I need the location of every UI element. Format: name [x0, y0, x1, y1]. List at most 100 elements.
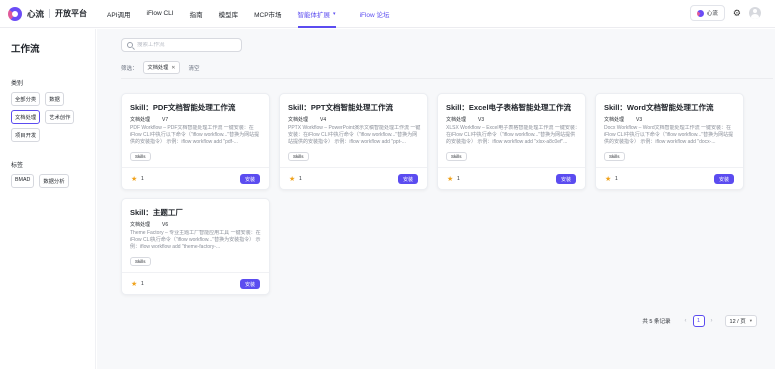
card-meta: 文档处理 V7: [130, 116, 168, 123]
logo-small-icon: [696, 9, 704, 17]
install-button[interactable]: 安装: [239, 174, 260, 184]
filter-chip-label: 文档处理: [147, 65, 169, 71]
tag-bmad[interactable]: BMAD: [11, 174, 35, 188]
filter-label: 筛选：: [121, 65, 138, 72]
top-nav: 心流 开放平台 API调用 iFlow CLI 指南 模型库 MCP市场 智能体…: [0, 0, 775, 28]
card-category: 文档处理: [288, 117, 309, 123]
nav-item-mcp[interactable]: MCP市场: [254, 0, 281, 28]
card-version: V3: [478, 117, 485, 123]
star-icon[interactable]: ★: [131, 175, 137, 183]
nav-item-iflow-cli[interactable]: iFlow CLI: [147, 0, 174, 28]
chevron-down-icon: ▾: [749, 318, 752, 323]
card-meta: 文档处理 V3: [604, 116, 642, 123]
workflow-card[interactable]: Skill：Excel电子表格智能处理工作流 文档处理 V3 XLSX Workf…: [437, 93, 586, 190]
filter-chip: 文档处理 ✕: [142, 61, 181, 74]
chevron-down-icon: ▾: [333, 10, 336, 17]
card-category: 文档处理: [446, 117, 467, 123]
card-title: Skill：Word文档智能处理工作流: [604, 103, 714, 112]
star-icon[interactable]: ★: [131, 280, 137, 288]
nav-item-forum[interactable]: iFlow 论坛: [360, 0, 390, 28]
card-title: Skill：Excel电子表格智能处理工作流: [446, 103, 572, 112]
card-title: Skill：PDF文档智能处理工作流: [130, 103, 236, 112]
category-document[interactable]: 文档处理: [11, 110, 41, 124]
nav-item-agent-extension-label: 智能体扩展: [297, 11, 331, 19]
star-icon[interactable]: ★: [447, 175, 453, 183]
card-tag[interactable]: Skills: [288, 152, 309, 161]
page-button[interactable]: 1: [692, 315, 705, 327]
brand-name: 心流: [27, 8, 45, 19]
search-input[interactable]: [137, 42, 237, 48]
star-icon[interactable]: ★: [289, 175, 295, 183]
close-icon[interactable]: ✕: [171, 65, 175, 71]
card-meta: 文档处理 V4: [288, 116, 326, 123]
clear-filter-button[interactable]: 清空: [188, 64, 199, 72]
page-size-select[interactable]: 12 / 页 ▾: [724, 315, 757, 327]
card-version: V7: [162, 117, 169, 123]
card-description: Theme Factory – 专业主题工厂智能应用工具 一键安装：在iFlow…: [130, 230, 261, 250]
page-size-label: 12 / 页: [729, 319, 746, 325]
install-button[interactable]: 安装: [397, 174, 418, 184]
workflow-card[interactable]: Skill：PDF文档智能处理工作流 文档处理 V7 PDF Workflow –…: [121, 93, 270, 190]
card-tag[interactable]: Skills: [446, 152, 467, 161]
card-description: PPTX Workflow – PowerPoint演示文稿智能处理工作流 一键…: [288, 125, 421, 145]
gear-icon[interactable]: ⚙: [733, 8, 741, 19]
card-version: V3: [636, 117, 643, 123]
card-category: 文档处理: [130, 117, 151, 123]
nav-item-api[interactable]: API调用: [107, 0, 130, 28]
brand-subtitle: 开放平台: [55, 9, 88, 18]
pagination-total: 共 5 条记录: [642, 319, 671, 325]
category-project[interactable]: 项目开发: [11, 128, 41, 142]
chevron-right-icon[interactable]: ›: [711, 318, 713, 324]
logo-icon: [8, 6, 22, 21]
card-divider: [122, 272, 269, 273]
star-icon[interactable]: ★: [605, 175, 611, 183]
brand[interactable]: 心流 开放平台: [8, 6, 88, 21]
card-tag[interactable]: Skills: [130, 257, 151, 266]
filter-bar: 筛选： 文档处理 ✕ 清空: [121, 61, 200, 74]
card-divider: [122, 167, 269, 168]
tag-list: BMAD 数据分析: [11, 174, 91, 188]
nav-right: 心流 ⚙: [689, 5, 761, 21]
card-divider: [596, 167, 743, 168]
user-chip-label: 心流: [706, 11, 718, 17]
install-button[interactable]: 安装: [555, 174, 576, 184]
pagination: 共 5 条记录 ‹ 1 › 12 / 页 ▾: [642, 315, 757, 327]
card-divider: [280, 167, 427, 168]
sidebar-title: 工作流: [11, 44, 40, 55]
chevron-left-icon[interactable]: ‹: [685, 318, 687, 324]
avatar-icon[interactable]: [749, 7, 761, 19]
nav-item-models[interactable]: 模型库: [219, 0, 239, 28]
card-version: V4: [320, 117, 327, 123]
star-count: 1: [615, 176, 618, 182]
nav-menu: API调用 iFlow CLI 指南 模型库 MCP市场 智能体扩展 ▾ iFl…: [107, 0, 406, 28]
workflow-card[interactable]: Skill：Word文档智能处理工作流 文档处理 V3 Docx Workflow…: [595, 93, 744, 190]
install-button[interactable]: 安装: [239, 279, 260, 289]
star-count: 1: [299, 176, 302, 182]
workflow-card[interactable]: Skill：PPT文档智能处理工作流 文档处理 V4 PPTX Workflow …: [279, 93, 428, 190]
star-count: 1: [141, 281, 144, 287]
user-chip[interactable]: 心流: [689, 5, 725, 21]
divider: [121, 78, 773, 79]
star-count: 1: [457, 176, 460, 182]
search-icon: [127, 42, 133, 48]
card-tag[interactable]: Skills: [604, 152, 625, 161]
nav-item-agent-extension[interactable]: 智能体扩展 ▾: [297, 0, 336, 28]
category-art[interactable]: 艺术创作: [45, 110, 75, 124]
card-description: XLSX Workflow – Excel电子表格智能处理工作流 一键安装：在i…: [446, 125, 580, 145]
install-button[interactable]: 安装: [713, 174, 734, 184]
main-content: 筛选： 文档处理 ✕ 清空 Skill：PDF文档智能处理工作流 文档处理 V7 …: [97, 29, 775, 369]
tag-data-analysis[interactable]: 数据分析: [39, 174, 69, 188]
card-meta: 文档处理 V6: [130, 221, 168, 228]
search-box[interactable]: [121, 38, 242, 52]
category-heading: 类别: [11, 81, 24, 87]
tag-heading: 标签: [11, 163, 24, 169]
category-data[interactable]: 数据: [45, 92, 64, 106]
card-tag[interactable]: Skills: [130, 152, 151, 161]
sidebar: 工作流 类别 全部分类 数据 文档处理 艺术创作 项目开发 标签 BMAD 数据…: [0, 29, 96, 369]
card-divider: [438, 167, 585, 168]
workflow-card[interactable]: Skill：主题工厂 文档处理 V6 Theme Factory – 专业主题工厂…: [121, 198, 270, 295]
category-list: 全部分类 数据 文档处理 艺术创作 项目开发: [11, 92, 91, 142]
nav-item-guide[interactable]: 指南: [190, 0, 203, 28]
category-all[interactable]: 全部分类: [11, 92, 41, 106]
card-category: 文档处理: [604, 117, 625, 123]
